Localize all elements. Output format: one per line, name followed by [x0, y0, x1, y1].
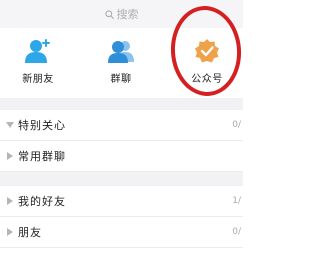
caret-right-icon: [0, 152, 16, 160]
group-chat-icon: [107, 38, 135, 64]
group-count: 0/: [232, 227, 241, 237]
new-friends-button[interactable]: 新朋友: [8, 28, 68, 98]
search-icon: [104, 9, 114, 19]
list-continuation: [0, 248, 243, 259]
new-friends-label: 新朋友: [22, 74, 54, 85]
caret-down-icon: [0, 122, 16, 128]
group-row-special-care[interactable]: 特别关心 0/: [0, 110, 243, 141]
group-count: 0/: [232, 120, 241, 130]
section-divider: [0, 98, 243, 110]
caret-right-icon: [0, 228, 16, 236]
search-field[interactable]: 搜索: [104, 6, 139, 22]
search-placeholder: 搜索: [116, 8, 139, 21]
group-count: 1/: [232, 196, 241, 206]
group-name: 朋友: [18, 226, 42, 239]
section-divider: [0, 172, 243, 186]
group-row-frequent-groups[interactable]: 常用群聊: [0, 141, 243, 172]
group-row-friends[interactable]: 朋友 0/: [0, 217, 243, 248]
group-name: 我的好友: [18, 195, 66, 208]
add-person-icon: [24, 38, 52, 64]
group-name: 常用群聊: [18, 150, 66, 163]
group-chats-label: 群聊: [110, 74, 132, 85]
group-name: 特别关心: [18, 119, 66, 132]
group-row-my-friends[interactable]: 我的好友 1/: [0, 186, 243, 217]
group-chats-button[interactable]: 群聊: [91, 28, 151, 98]
caret-right-icon: [0, 197, 16, 205]
